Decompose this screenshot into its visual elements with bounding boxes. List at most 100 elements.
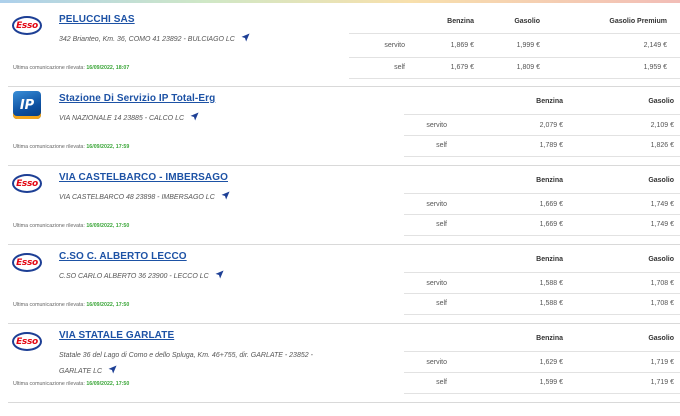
navigation-arrow-icon[interactable]	[221, 191, 230, 200]
service-type-label: self	[436, 142, 447, 149]
last-update: Ultima comunicazione rilevata: 16/09/202…	[13, 223, 129, 229]
station-address: VIA CASTELBARCO 48 23898 - IMBERSAGO LC	[59, 190, 230, 206]
navigation-arrow-icon[interactable]	[241, 33, 250, 42]
fuel-price: 1,629 €	[539, 359, 563, 366]
fuel-price: 1,749 €	[650, 201, 674, 208]
last-update-date: 16/09/2022, 17:59	[86, 144, 130, 150]
service-type-label: servito	[426, 122, 447, 129]
table-divider	[404, 193, 680, 194]
fuel-price: 2,149 €	[643, 42, 667, 49]
fuel-price: 1,749 €	[650, 221, 674, 228]
service-type-label: self	[394, 64, 405, 71]
fuel-price: 1,599 €	[539, 379, 563, 386]
navigation-arrow-icon[interactable]	[190, 112, 199, 121]
logo-text: IP	[19, 97, 35, 113]
logo-text: Esso	[16, 257, 38, 268]
service-type-label: servito	[426, 359, 447, 366]
last-update-label: Ultima comunicazione rilevata:	[13, 381, 85, 387]
address-text: VIA CASTELBARCO 48 23898 - IMBERSAGO LC	[59, 194, 215, 201]
last-update: Ultima comunicazione rilevata: 16/09/202…	[13, 144, 129, 150]
table-divider	[404, 214, 680, 215]
logo-text: Esso	[16, 20, 38, 31]
service-type-label: self	[436, 379, 447, 386]
fuel-price: 1,789 €	[539, 142, 563, 149]
table-divider	[349, 33, 680, 34]
table-divider	[404, 156, 680, 157]
address-text: VIA NAZIONALE 14 23885 - CALCO LC	[59, 115, 185, 122]
last-update-date: 16/09/2022, 18:07	[86, 65, 130, 71]
fuel-header: Benzina	[536, 256, 563, 263]
address-text: 342 Brianteo, Km. 36, COMO 41 23892 - BU…	[59, 36, 235, 43]
station-address: 342 Brianteo, Km. 36, COMO 41 23892 - BU…	[59, 32, 250, 48]
address-line: GARLATE LC	[59, 364, 313, 380]
station-divider	[8, 402, 680, 403]
station-name-link[interactable]: VIA STATALE GARLATE	[59, 330, 174, 341]
station-card: Esso PELUCCHI SAS 342 Brianteo, Km. 36, CO…	[0, 8, 680, 87]
table-divider	[404, 135, 680, 136]
station-card: Esso C.SO C. ALBERTO LECCO C.SO CARLO ALBE…	[0, 245, 680, 324]
fuel-price: 1,999 €	[516, 42, 540, 49]
station-card: Esso VIA STATALE GARLATE Statale 36 del La…	[0, 324, 680, 403]
last-update-label: Ultima comunicazione rilevata:	[13, 65, 85, 71]
fuel-price: 1,826 €	[650, 142, 674, 149]
station-name-link[interactable]: PELUCCHI SAS	[59, 14, 135, 25]
fuel-header: Gasolio Premium	[609, 18, 667, 25]
station-address: VIA NAZIONALE 14 23885 - CALCO LC	[59, 111, 199, 127]
fuel-price: 1,669 €	[539, 201, 563, 208]
last-update-label: Ultima comunicazione rilevata:	[13, 223, 85, 229]
station-name-link[interactable]: VIA CASTELBARCO - IMBERSAGO	[59, 172, 228, 183]
fuel-price: 1,588 €	[539, 300, 563, 307]
station-address: C.SO CARLO ALBERTO 36 23900 - LECCO LC	[59, 269, 224, 285]
fuel-price: 1,719 €	[650, 359, 674, 366]
service-type-label: self	[436, 221, 447, 228]
station-card: Esso VIA CASTELBARCO - IMBERSAGO VIA CASTE…	[0, 166, 680, 245]
navigation-arrow-icon[interactable]	[108, 365, 117, 374]
fuel-price: 1,708 €	[650, 280, 674, 287]
fuel-header: Benzina	[536, 335, 563, 342]
table-divider	[404, 272, 680, 273]
last-update: Ultima comunicazione rilevata: 16/09/202…	[13, 302, 129, 308]
fuel-price: 1,959 €	[643, 64, 667, 71]
address-line: C.SO CARLO ALBERTO 36 23900 - LECCO LC	[59, 269, 224, 285]
address-text: GARLATE LC	[59, 368, 103, 375]
table-divider	[404, 314, 680, 315]
esso-logo: Esso	[12, 174, 42, 193]
fuel-price: 1,708 €	[650, 300, 674, 307]
fuel-price: 1,719 €	[650, 379, 674, 386]
fuel-header: Gasolio	[514, 18, 540, 25]
last-update: Ultima comunicazione rilevata: 16/09/202…	[13, 381, 129, 387]
logo-text: Esso	[16, 178, 38, 189]
last-update-date: 16/09/2022, 17:50	[86, 381, 130, 387]
service-type-label: servito	[426, 201, 447, 208]
fuel-price: 1,669 €	[539, 221, 563, 228]
address-line: Statale 36 del Lago di Como e dello Splu…	[59, 348, 313, 364]
esso-logo: Esso	[12, 253, 42, 272]
logo-text: Esso	[16, 336, 38, 347]
address-line: 342 Brianteo, Km. 36, COMO 41 23892 - BU…	[59, 32, 250, 48]
address-text: Statale 36 del Lago di Como e dello Splu…	[59, 352, 313, 359]
fuel-price: 2,079 €	[539, 122, 563, 129]
table-divider	[404, 393, 680, 394]
table-divider	[404, 351, 680, 352]
table-divider	[349, 57, 680, 58]
last-update-date: 16/09/2022, 17:50	[86, 223, 130, 229]
station-card: IP Stazione Di Servizio IP Total-Erg VIA N…	[0, 87, 680, 166]
service-type-label: servito	[426, 280, 447, 287]
esso-logo: Esso	[12, 16, 42, 35]
station-name-link[interactable]: C.SO C. ALBERTO LECCO	[59, 251, 187, 262]
fuel-header: Gasolio	[648, 256, 674, 263]
service-type-label: self	[436, 300, 447, 307]
address-line: VIA NAZIONALE 14 23885 - CALCO LC	[59, 111, 199, 127]
fuel-price: 1,809 €	[516, 64, 540, 71]
fuel-price: 1,869 €	[450, 42, 474, 49]
last-update-date: 16/09/2022, 17:50	[86, 302, 130, 308]
fuel-price: 1,679 €	[450, 64, 474, 71]
fuel-header: Gasolio	[648, 335, 674, 342]
table-divider	[404, 372, 680, 373]
fuel-header: Benzina	[536, 177, 563, 184]
table-divider	[349, 78, 680, 79]
station-address: Statale 36 del Lago di Como e dello Splu…	[59, 348, 313, 380]
fuel-price: 1,588 €	[539, 280, 563, 287]
navigation-arrow-icon[interactable]	[215, 270, 224, 279]
station-name-link[interactable]: Stazione Di Servizio IP Total-Erg	[59, 93, 215, 104]
